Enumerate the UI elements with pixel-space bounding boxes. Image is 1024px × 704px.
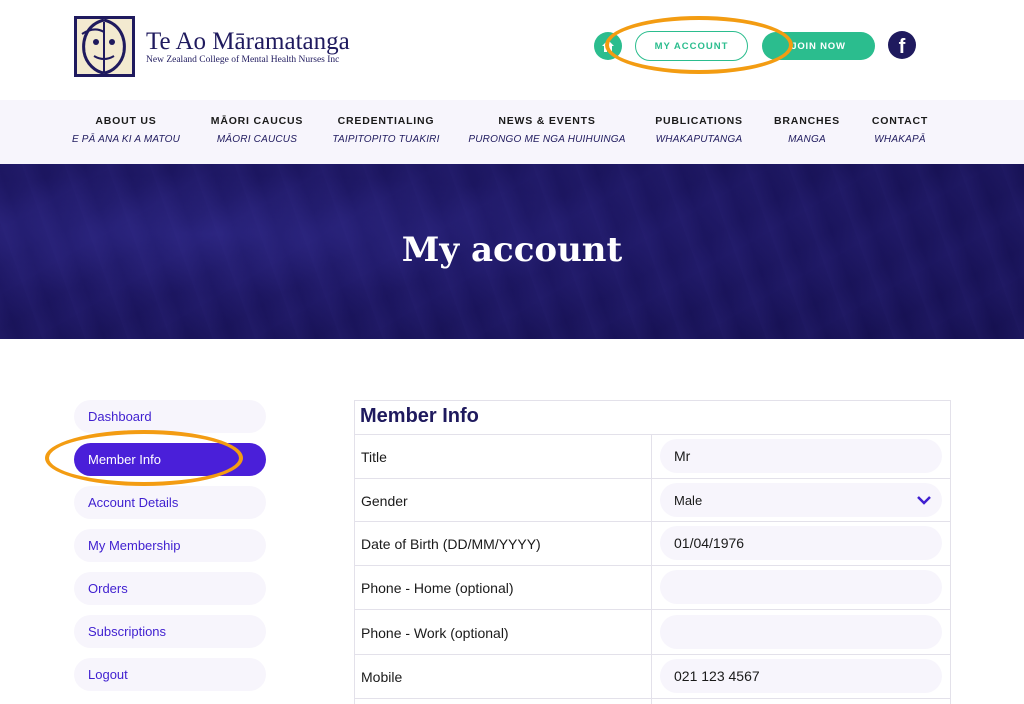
field-label-gender: Gender <box>361 493 408 509</box>
nav-label: CREDENTIALING <box>337 115 435 127</box>
sidebar-item-dashboard[interactable]: Dashboard <box>74 400 266 433</box>
sidebar-item-logout[interactable]: Logout <box>74 658 266 691</box>
nav-item-branches[interactable]: BRANCHES MANGA <box>774 115 840 145</box>
title-field[interactable]: Mr <box>660 439 942 473</box>
nav-label: ABOUT US <box>95 115 157 127</box>
mobile-field[interactable]: 021 123 4567 <box>660 659 942 693</box>
sidebar-item-member-info[interactable]: Member Info <box>74 443 266 476</box>
sidebar-item-subscriptions[interactable]: Subscriptions <box>74 615 266 648</box>
field-label-phone-home: Phone - Home (optional) <box>361 580 514 596</box>
nav-sublabel: TAIPITOPITO TUAKIRI <box>332 134 440 145</box>
nav-item-maori-caucus[interactable]: MĀORI CAUCUS MĀORI CAUCUS <box>211 115 303 145</box>
nav-label: MĀORI CAUCUS <box>210 115 304 127</box>
nav-label: BRANCHES <box>774 115 840 127</box>
join-now-button[interactable]: JOIN NOW <box>762 32 875 60</box>
nav-sublabel: WHAKAPUTANGA <box>655 134 743 145</box>
sidebar-item-account-details[interactable]: Account Details <box>74 486 266 519</box>
sidebar-item-orders[interactable]: Orders <box>74 572 266 605</box>
home-icon <box>602 40 614 52</box>
chevron-down-icon <box>917 496 931 505</box>
nav-sublabel: WHAKAPĀ <box>874 134 926 145</box>
table-row-next <box>354 698 951 704</box>
field-label-dob: Date of Birth (DD/MM/YYYY) <box>361 536 541 552</box>
phone-work-field[interactable] <box>660 615 942 649</box>
nav-item-contact[interactable]: CONTACT WHAKAPĀ <box>872 115 928 145</box>
phone-home-field[interactable] <box>660 570 942 604</box>
nav-sublabel: MANGA <box>788 134 826 145</box>
page-title: My account <box>401 230 623 270</box>
nav-sublabel: E PĀ ANA KI A MATOU <box>71 134 181 145</box>
member-info-heading: Member Info <box>360 405 479 427</box>
gender-select-value: Male <box>674 492 703 508</box>
field-label-title: Title <box>361 449 387 465</box>
nav-item-publications[interactable]: PUBLICATIONS WHAKAPUTANGA <box>655 115 743 145</box>
dob-field[interactable]: 01/04/1976 <box>660 526 942 560</box>
hero-banner: My account <box>0 164 1024 339</box>
nav-sublabel: PURONGO ME NGA HUIHUINGA <box>468 134 626 145</box>
gender-select[interactable]: Male <box>660 483 942 517</box>
nav-item-news-events[interactable]: NEWS & EVENTS PURONGO ME NGA HUIHUINGA <box>468 115 625 145</box>
sidebar-item-my-membership[interactable]: My Membership <box>74 529 266 562</box>
nav-item-credentialing[interactable]: CREDENTIALING TAIPITOPITO TUAKIRI <box>332 115 439 145</box>
facebook-icon[interactable]: f <box>888 31 916 59</box>
nav-label: NEWS & EVENTS <box>498 115 596 127</box>
main-nav: ABOUT US E PĀ ANA KI A MATOU MĀORI CAUCU… <box>0 100 1024 164</box>
nav-label: CONTACT <box>871 115 929 127</box>
logo-image[interactable] <box>74 16 135 77</box>
field-label-mobile: Mobile <box>361 669 403 685</box>
field-label-phone-work: Phone - Work (optional) <box>361 625 509 641</box>
nav-label: PUBLICATIONS <box>655 115 743 127</box>
my-account-button[interactable]: MY ACCOUNT <box>635 31 748 61</box>
nav-item-about-us[interactable]: ABOUT US E PĀ ANA KI A MATOU <box>72 115 180 145</box>
site-title[interactable]: Te Ao Māramatanga <box>146 28 350 56</box>
facebook-glyph: f <box>898 36 906 58</box>
site-subtitle: New Zealand College of Mental Health Nur… <box>146 55 340 65</box>
site-header: Te Ao Māramatanga New Zealand College of… <box>0 0 1024 100</box>
home-button[interactable] <box>594 32 622 60</box>
nav-sublabel: MĀORI CAUCUS <box>216 134 298 145</box>
